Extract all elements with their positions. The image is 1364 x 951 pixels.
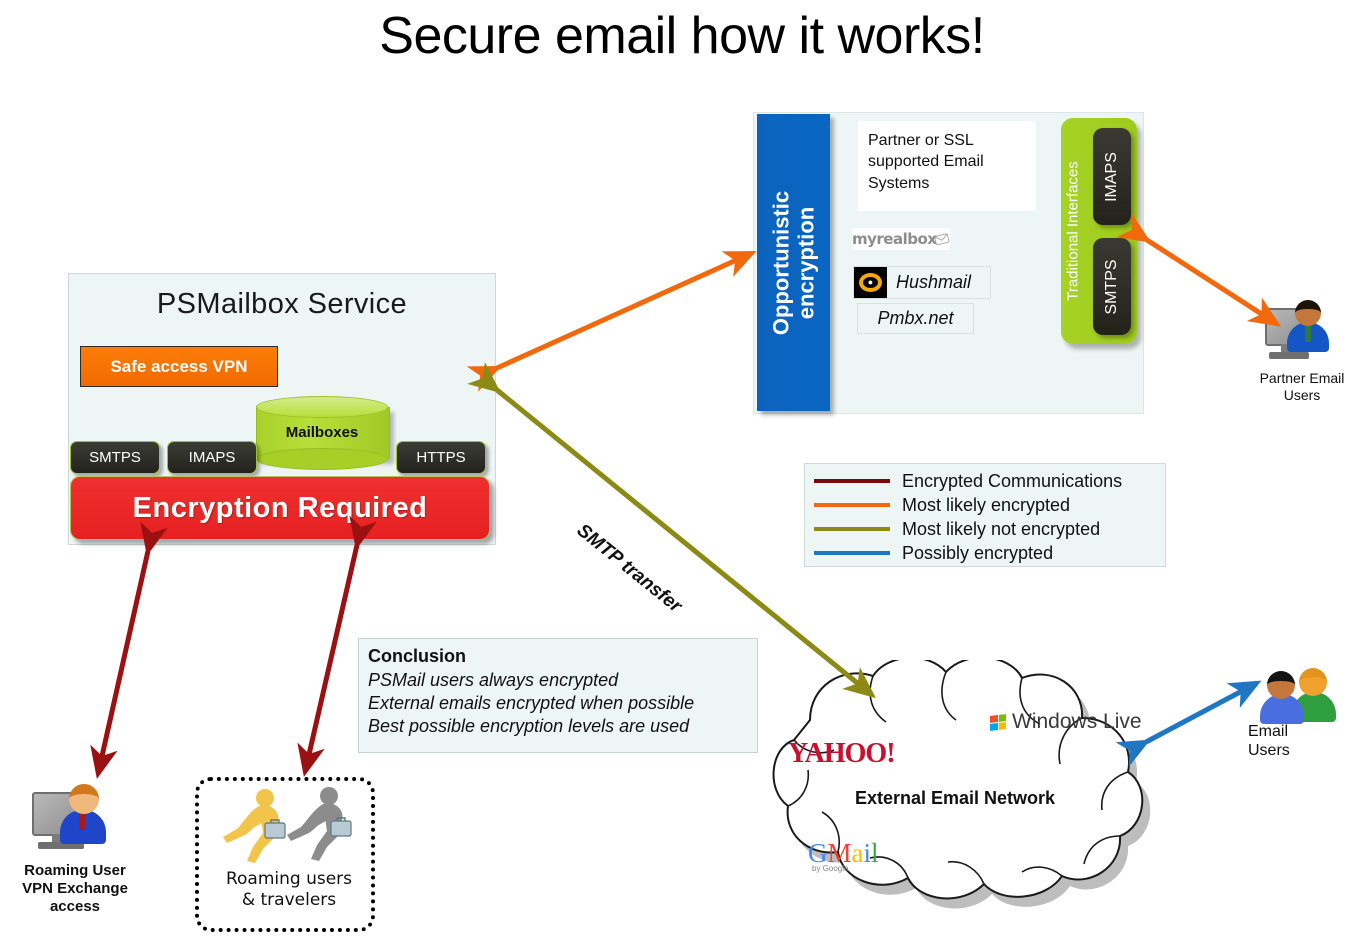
- roaming-travelers-box: Roaming users & travelers: [195, 777, 375, 932]
- legend-item-most-likely-encrypted: Most likely encrypted: [805, 493, 1165, 517]
- legend-label-most-likely-not-encrypted: Most likely not encrypted: [902, 518, 1101, 539]
- psmailbox-service-title: PSMailbox Service: [156, 288, 408, 320]
- partner-ssl-systems-box: Partner or SSL supported Email Systems: [858, 121, 1036, 211]
- travelers-line2: & travelers: [241, 890, 337, 911]
- traditional-port-imaps[interactable]: IMAPS: [1093, 128, 1131, 225]
- windows-flag-icon: [990, 713, 1006, 731]
- traditional-interfaces-label: Traditional Interfaces: [1064, 161, 1082, 301]
- partner-email-users-icon: [1265, 300, 1335, 362]
- partner-email-users-line2: Users: [1283, 386, 1321, 403]
- external-email-network-cloud: YAHOO! Windows Live External Email Netwo…: [690, 660, 1220, 950]
- legend-item-most-likely-not-encrypted: Most likely not encrypted: [805, 517, 1165, 541]
- encryption-required-banner: Encryption Required: [70, 476, 490, 540]
- roaming-user-icon: [32, 784, 112, 850]
- person-tie: [79, 812, 85, 830]
- legend-swatch-most-likely-not-encrypted: [814, 527, 890, 531]
- windows-live-brand: Windows: [1012, 710, 1098, 733]
- person-b-head: [1299, 668, 1327, 696]
- gmail-i: i: [863, 838, 872, 868]
- envelope-icon: [934, 233, 950, 246]
- yahoo-logo: YAHOO!: [788, 738, 896, 770]
- traditional-port-smtps-label: SMTPS: [1103, 258, 1120, 315]
- legend-item-possibly-encrypted: Possibly encrypted: [805, 541, 1165, 565]
- legend-label-possibly-encrypted: Possibly encrypted: [902, 542, 1054, 563]
- legend-swatch-possibly-encrypted: [814, 551, 890, 555]
- gmail-l: l: [871, 838, 879, 868]
- legend-item-encrypted-communications: Encrypted Communications: [805, 469, 1165, 493]
- hushmail-label: Hushmail: [896, 272, 972, 292]
- gmail-logo: GMail by Google: [808, 838, 879, 873]
- arrow-psmailbox-opportunistic: [466, 250, 757, 392]
- partner-email-users-label: Partner Email Users: [1240, 370, 1364, 404]
- smtp-transfer-text: SMTP transfer: [572, 520, 686, 617]
- person-head: [1295, 300, 1321, 326]
- running-people-icons: [223, 787, 352, 863]
- myrealbox-label: myrealbox: [852, 230, 937, 248]
- cloud-title: External Email Network: [854, 788, 1056, 808]
- person-a-head: [1267, 671, 1295, 699]
- arrow-traditional-partner: [1116, 213, 1282, 327]
- roaming-travelers-label: Roaming users & travelers: [199, 869, 379, 912]
- traditional-port-imaps-label: IMAPS: [1103, 151, 1120, 202]
- roaming-user-label: Roaming User VPN Exchange access: [0, 862, 150, 916]
- email-users-icon: [1258, 668, 1340, 726]
- email-users-line2: Users: [1248, 742, 1290, 760]
- legend-swatch-encrypted-communications: [814, 479, 890, 483]
- hushmail-lock-icon: ●: [854, 267, 887, 298]
- monitor-base: [1269, 352, 1309, 359]
- partner-email-users-line1: Partner Email: [1259, 370, 1345, 386]
- briefcase-yellow: [264, 822, 286, 839]
- person-tie: [1305, 324, 1311, 342]
- person-head: [69, 784, 99, 814]
- keyhole-icon: ●: [867, 277, 874, 287]
- yahoo-label: YAHOO!: [788, 738, 896, 769]
- opportunistic-line2: encryption: [793, 206, 819, 319]
- windows-live-sub: Live: [1103, 710, 1142, 733]
- roaming-user-line2: VPN Exchange: [22, 880, 128, 897]
- roaming-user-line3: access: [49, 898, 101, 915]
- diagram-canvas: Secure email how it works! PSMailbox Ser…: [0, 0, 1364, 951]
- port-imaps[interactable]: IMAPS: [167, 441, 257, 474]
- briefcase-gray: [330, 820, 352, 837]
- port-smtps[interactable]: SMTPS: [70, 441, 160, 474]
- windows-live-label: Windows Live: [1012, 710, 1142, 734]
- myrealbox-logo: myrealbox: [852, 228, 950, 250]
- pmbx-net-entry[interactable]: Pmbx.net: [857, 303, 974, 334]
- mailboxes-cylinder: Mailboxes: [256, 396, 390, 470]
- opportunistic-encryption-bar: Opportunistic encryption: [757, 114, 830, 411]
- roaming-user-line1: Roaming User: [24, 862, 126, 879]
- cylinder-top: [256, 396, 388, 418]
- page-title: Secure email how it works!: [379, 7, 985, 65]
- windows-live-logo: Windows Live: [990, 710, 1142, 734]
- email-users-line1: Email: [1248, 723, 1289, 740]
- email-users-label: Email Users: [1248, 722, 1364, 760]
- legend-label-encrypted-communications: Encrypted Communications: [902, 470, 1123, 491]
- arrow-travelers: [297, 515, 377, 777]
- traditional-port-smtps[interactable]: SMTPS: [1093, 238, 1131, 335]
- legend-swatch-most-likely-encrypted: [814, 503, 890, 507]
- legend-label-most-likely-encrypted: Most likely encrypted: [902, 494, 1071, 515]
- arrow-roaming-user-vpn: [90, 521, 168, 779]
- legend: Encrypted Communications Most likely enc…: [804, 463, 1166, 567]
- mailboxes-label: Mailboxes: [285, 424, 359, 441]
- port-https[interactable]: HTTPS: [396, 441, 486, 474]
- opportunistic-encryption-label: Opportunistic encryption: [768, 190, 819, 334]
- safe-access-vpn-box[interactable]: Safe access VPN: [80, 346, 278, 387]
- gmail-a: a: [851, 838, 864, 868]
- opportunistic-line1: Opportunistic: [768, 190, 794, 335]
- gmail-by-google: by Google: [812, 864, 849, 873]
- smtp-transfer-label: SMTP transfer: [572, 520, 686, 618]
- cylinder-bottom: [256, 448, 388, 470]
- hushmail-entry[interactable]: ● Hushmail: [853, 266, 991, 299]
- travelers-line1: Roaming users: [225, 869, 353, 889]
